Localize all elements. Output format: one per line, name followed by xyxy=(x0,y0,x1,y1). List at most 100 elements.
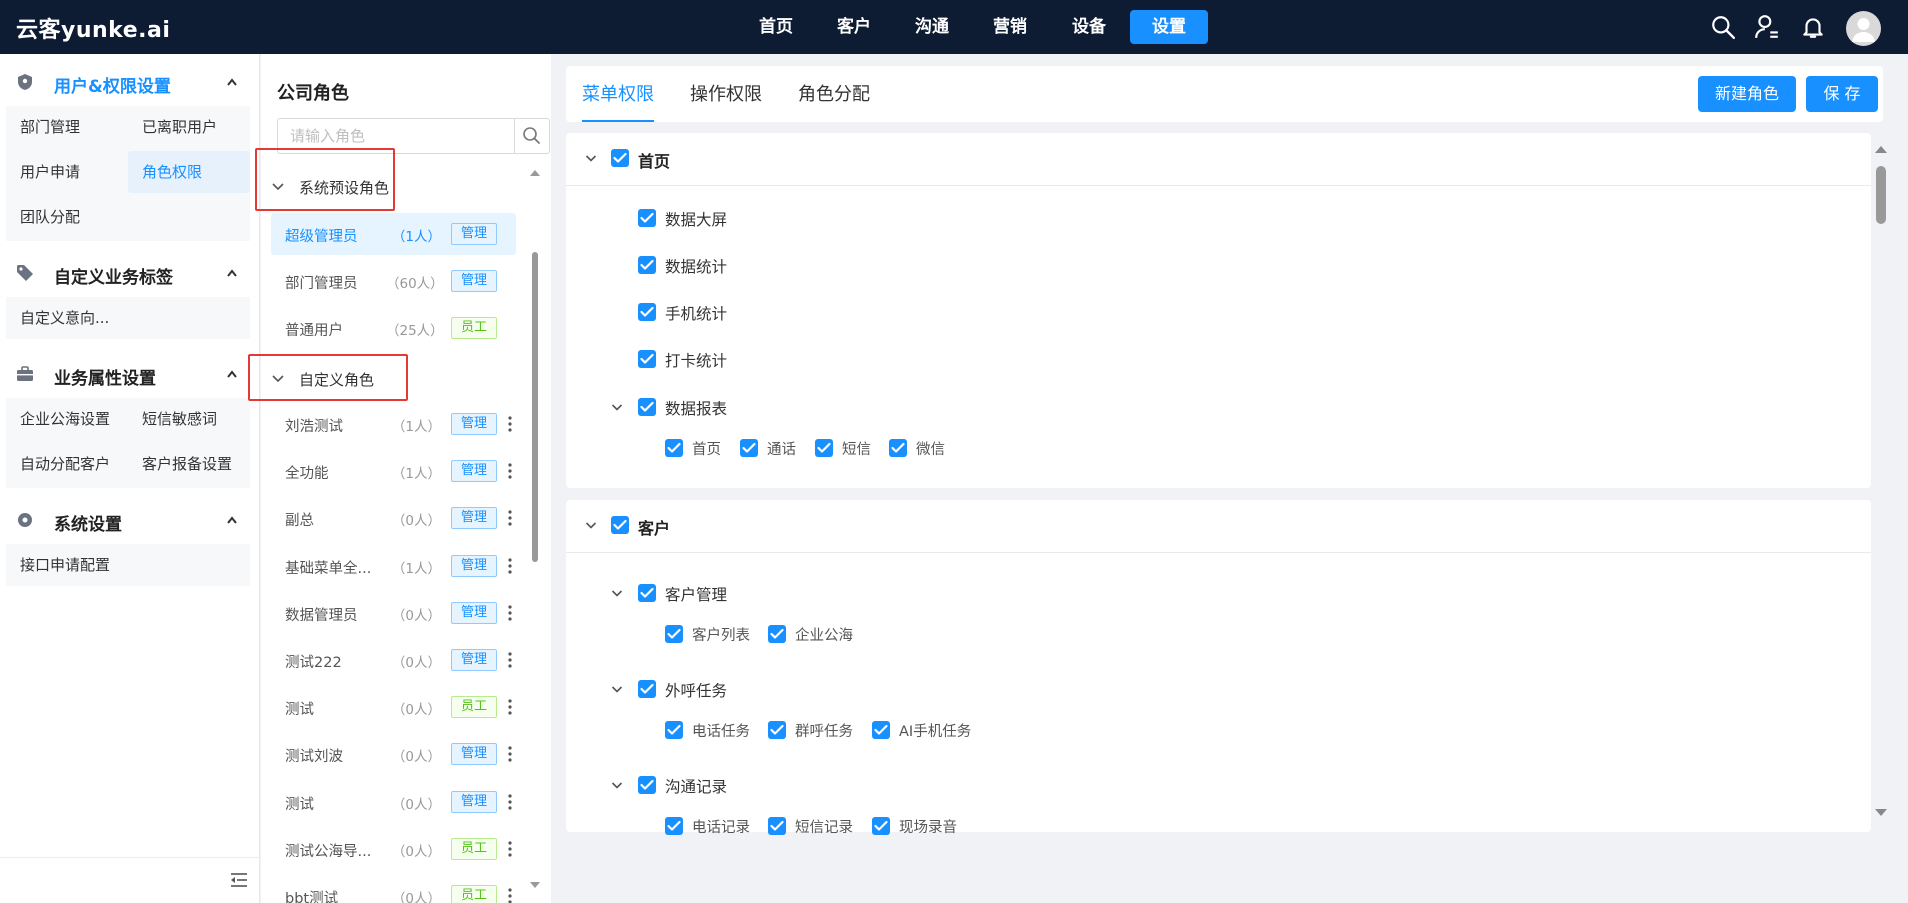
checkbox-sub-permission[interactable] xyxy=(872,721,890,739)
sidebar-item-sms-sensitive-words[interactable]: 短信敏感词 xyxy=(128,398,250,440)
sidebar-group-user-permissions[interactable]: 用户&权限设置 xyxy=(0,62,260,102)
nav-communication[interactable]: 沟通 xyxy=(893,10,971,44)
bell-icon[interactable] xyxy=(1800,14,1826,40)
nav-home[interactable]: 首页 xyxy=(737,10,815,44)
role-item[interactable]: 基础菜单全... （1人） 管理 xyxy=(271,545,516,587)
more-options-icon[interactable] xyxy=(503,745,517,763)
role-search-input[interactable] xyxy=(277,118,514,154)
sidebar-item-team-assignment[interactable]: 团队分配 xyxy=(6,196,126,238)
role-item[interactable]: 测试刘波 （0人） 管理 xyxy=(271,733,516,775)
more-options-icon[interactable] xyxy=(503,793,517,811)
checkbox-permission[interactable] xyxy=(638,776,656,794)
main-scrollbar[interactable] xyxy=(1872,130,1896,830)
chevron-down-icon[interactable] xyxy=(611,781,623,790)
role-item[interactable]: 全功能 （1人） 管理 xyxy=(271,450,516,492)
sidebar-item-public-pool[interactable]: 企业公海设置 xyxy=(6,398,126,440)
user-settings-icon[interactable] xyxy=(1754,14,1780,40)
sidebar-item-custom-intent[interactable]: 自定义意向... xyxy=(6,297,250,339)
chevron-up-icon[interactable] xyxy=(226,515,238,525)
nav-marketing[interactable]: 营销 xyxy=(971,10,1049,44)
role-item[interactable]: 测试公海导... （0人） 员工 xyxy=(271,828,516,870)
role-item[interactable]: 副总 （0人） 管理 xyxy=(271,497,516,539)
chevron-down-icon[interactable] xyxy=(585,154,597,163)
section-custom-roles[interactable]: 自定义角色 xyxy=(265,359,375,399)
chevron-up-icon[interactable] xyxy=(226,369,238,379)
sidebar-group-system-settings[interactable]: 系统设置 xyxy=(0,500,260,540)
more-options-icon[interactable] xyxy=(503,840,517,858)
checkbox-permission[interactable] xyxy=(638,256,656,274)
more-options-icon[interactable] xyxy=(503,462,517,480)
role-item[interactable]: 测试 （0人） 员工 xyxy=(271,686,516,728)
nav-settings[interactable]: 设置 xyxy=(1130,10,1208,44)
nav-customers[interactable]: 客户 xyxy=(815,10,893,44)
checkbox-sub-permission[interactable] xyxy=(768,625,786,643)
chevron-down-icon[interactable] xyxy=(611,589,623,598)
role-search-button[interactable] xyxy=(514,118,550,154)
scrollbar-thumb[interactable] xyxy=(1876,166,1886,224)
more-options-icon[interactable] xyxy=(503,651,517,669)
chevron-up-icon[interactable] xyxy=(226,268,238,278)
checkbox-permission[interactable] xyxy=(638,350,656,368)
checkbox-permission[interactable] xyxy=(638,680,656,698)
checkbox-sub-permission[interactable] xyxy=(872,817,890,835)
nav-devices[interactable]: 设备 xyxy=(1050,10,1128,44)
role-item-super-admin[interactable]: 超级管理员 （1人） 管理 xyxy=(271,213,516,255)
checkbox-permission[interactable] xyxy=(638,584,656,602)
scroll-down-arrow-icon[interactable] xyxy=(1874,808,1888,818)
scroll-up-arrow-icon[interactable] xyxy=(1874,144,1888,154)
roles-scrollbar[interactable] xyxy=(529,168,541,903)
checkbox-sub-permission[interactable] xyxy=(665,625,683,643)
checkbox-customers[interactable] xyxy=(611,516,629,534)
sidebar-group-custom-tags[interactable]: 自定义业务标签 xyxy=(0,253,260,293)
checkbox-sub-permission[interactable] xyxy=(815,439,833,457)
tab-menu-permissions[interactable]: 菜单权限 xyxy=(582,80,654,122)
chevron-down-icon[interactable] xyxy=(585,521,597,530)
scrollbar-thumb[interactable] xyxy=(532,252,538,562)
sidebar-item-role-permissions[interactable]: 角色权限 xyxy=(128,151,250,193)
sidebar-item-api-config[interactable]: 接口申请配置 xyxy=(6,544,250,586)
checkbox-sub-permission[interactable] xyxy=(665,439,683,457)
sidebar-group-business-attributes[interactable]: 业务属性设置 xyxy=(0,354,260,394)
checkbox-sub-permission[interactable] xyxy=(768,817,786,835)
role-item[interactable]: bbt测试 （0人） 员工 xyxy=(271,875,516,903)
more-options-icon[interactable] xyxy=(503,698,517,716)
checkbox-sub-permission[interactable] xyxy=(665,721,683,739)
checkbox-permission[interactable] xyxy=(638,209,656,227)
sidebar-item-auto-assign[interactable]: 自动分配客户 xyxy=(6,443,126,485)
role-item[interactable]: 测试 （0人） 管理 xyxy=(271,781,516,823)
role-item[interactable]: 刘浩测试 （1人） 管理 xyxy=(271,403,516,445)
more-options-icon[interactable] xyxy=(503,415,517,433)
sidebar-item-user-requests[interactable]: 用户申请 xyxy=(6,151,126,193)
role-item-dept-admin[interactable]: 部门管理员 （60人） 管理 xyxy=(271,260,516,302)
more-options-icon[interactable] xyxy=(503,604,517,622)
checkbox-sub-permission[interactable] xyxy=(740,439,758,457)
scroll-up-arrow-icon[interactable] xyxy=(529,168,541,178)
section-preset-roles[interactable]: 系统预设角色 xyxy=(265,167,389,207)
role-item[interactable]: 数据管理员 （0人） 管理 xyxy=(271,592,516,634)
chevron-down-icon[interactable] xyxy=(611,685,623,694)
new-role-button[interactable]: 新建角色 xyxy=(1698,76,1796,112)
chevron-down-icon[interactable] xyxy=(611,403,623,412)
checkbox-sub-permission[interactable] xyxy=(665,817,683,835)
avatar[interactable] xyxy=(1846,11,1881,46)
checkbox-home[interactable] xyxy=(611,149,629,167)
search-icon[interactable] xyxy=(1710,14,1736,40)
role-item[interactable]: 测试222 （0人） 管理 xyxy=(271,639,516,681)
checkbox-sub-permission[interactable] xyxy=(889,439,907,457)
more-options-icon[interactable] xyxy=(503,509,517,527)
save-button[interactable]: 保 存 xyxy=(1806,76,1878,112)
checkbox-sub-permission[interactable] xyxy=(768,721,786,739)
app-logo[interactable]: 云客yunke.ai xyxy=(16,12,170,44)
collapse-menu-icon[interactable] xyxy=(230,872,248,888)
chevron-up-icon[interactable] xyxy=(226,77,238,87)
role-item-normal-user[interactable]: 普通用户 （25人） 员工 xyxy=(271,307,516,349)
scroll-down-arrow-icon[interactable] xyxy=(529,880,541,890)
more-options-icon[interactable] xyxy=(503,887,517,903)
sidebar-item-customer-report[interactable]: 客户报备设置 xyxy=(128,443,250,485)
tab-role-assignment[interactable]: 角色分配 xyxy=(798,80,870,122)
tab-operation-permissions[interactable]: 操作权限 xyxy=(690,80,762,122)
checkbox-permission[interactable] xyxy=(638,398,656,416)
more-options-icon[interactable] xyxy=(503,557,517,575)
sidebar-item-resigned-users[interactable]: 已离职用户 xyxy=(128,106,250,148)
checkbox-permission[interactable] xyxy=(638,303,656,321)
